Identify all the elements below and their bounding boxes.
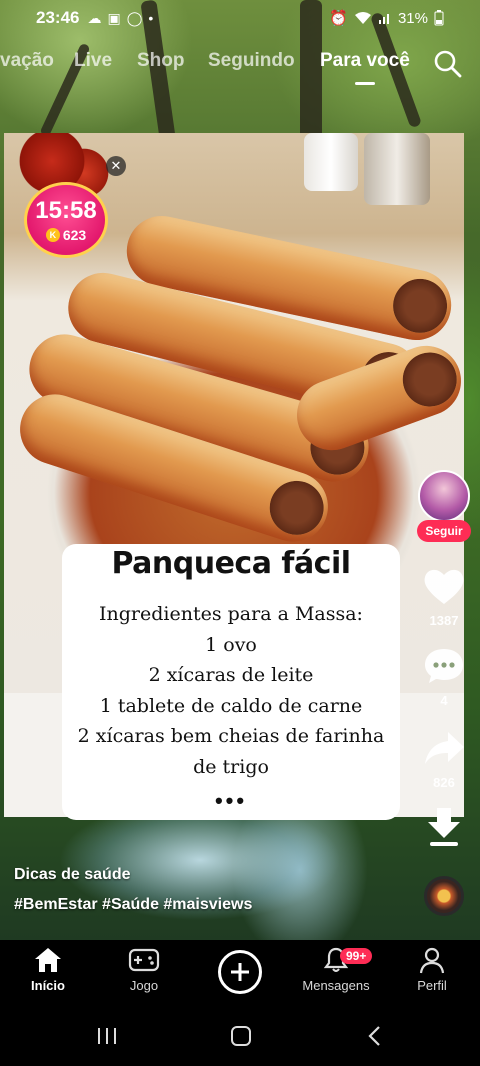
home-button-icon[interactable] bbox=[226, 1024, 256, 1048]
notification-badge: 99+ bbox=[340, 948, 373, 964]
recipe-line: 2 xícaras bem cheias de farinha bbox=[77, 725, 385, 747]
heart-icon[interactable] bbox=[422, 566, 466, 606]
gamepad-icon bbox=[128, 948, 160, 972]
nav-mensagens[interactable]: Mensagens 99+ bbox=[296, 946, 376, 993]
recent-apps-icon[interactable] bbox=[92, 1024, 122, 1048]
cloud-icon: ☁ bbox=[87, 9, 102, 26]
recipe-title: Panqueca fácil bbox=[111, 546, 351, 581]
more-dots[interactable]: ••• bbox=[62, 788, 400, 814]
alarm-icon: ⏰ bbox=[329, 10, 348, 27]
creator-avatar-group: Seguir bbox=[414, 470, 474, 542]
nav-label: Início bbox=[31, 978, 65, 993]
video-caption: Dicas de saúde #BemEstar #Saúde #maisvie… bbox=[14, 866, 252, 914]
recipe-line: 1 tablete de caldo de carne bbox=[99, 694, 363, 717]
creator-avatar[interactable] bbox=[418, 470, 470, 522]
active-tab-indicator bbox=[355, 82, 375, 85]
music-disc-group bbox=[414, 876, 474, 916]
comment-group: 4 bbox=[414, 646, 474, 708]
plus-icon bbox=[231, 963, 249, 981]
wifi-icon bbox=[354, 12, 371, 24]
like-group: 1387 bbox=[414, 566, 474, 628]
create-button[interactable] bbox=[218, 950, 262, 994]
top-nav: vação Live Shop Seguindo Para você bbox=[0, 44, 480, 85]
home-icon bbox=[35, 948, 61, 972]
signal-icon bbox=[378, 14, 389, 24]
close-icon[interactable]: ✕ bbox=[106, 156, 126, 176]
app-s-icon: ▣ bbox=[107, 9, 121, 26]
battery-icon bbox=[434, 10, 444, 26]
follow-button[interactable]: Seguir bbox=[417, 520, 471, 542]
coin-icon: K bbox=[45, 228, 60, 242]
comment-count: 4 bbox=[440, 693, 448, 708]
share-group: 826 bbox=[414, 728, 474, 790]
nav-perfil[interactable]: Perfil bbox=[392, 946, 472, 993]
tab-shop[interactable]: Shop bbox=[137, 50, 185, 72]
battery-percent: 31% bbox=[397, 9, 428, 27]
comment-icon[interactable] bbox=[423, 646, 465, 686]
recipe-heading: Ingredientes para a Massa: bbox=[99, 603, 363, 625]
download-icon[interactable] bbox=[424, 806, 464, 850]
timer-badge[interactable]: 15:58 K 623 bbox=[24, 182, 108, 258]
hashtags[interactable]: #BemEstar #Saúde #maisviews bbox=[14, 896, 252, 914]
nav-label: Perfil bbox=[417, 978, 447, 993]
tab-inovacao[interactable]: vação bbox=[0, 50, 54, 72]
whatsapp-icon: ◯ bbox=[126, 9, 143, 26]
nav-inicio[interactable]: Início bbox=[8, 946, 88, 993]
search-icon[interactable] bbox=[432, 48, 462, 78]
coin-count: 623 bbox=[62, 227, 87, 243]
recipe-line: 1 ovo bbox=[205, 633, 257, 656]
tab-seguindo[interactable]: Seguindo bbox=[208, 50, 295, 72]
dot-icon: • bbox=[148, 9, 154, 26]
recipe-line: de trigo bbox=[193, 755, 269, 778]
person-icon bbox=[419, 947, 445, 974]
recipe-line: 2 xícaras de leite bbox=[148, 664, 314, 686]
author-name[interactable]: Dicas de saúde bbox=[14, 866, 252, 884]
tab-para-voce[interactable]: Para você bbox=[320, 50, 410, 72]
system-nav-bar bbox=[0, 1004, 480, 1066]
share-icon[interactable] bbox=[422, 728, 466, 768]
notification-icons: ☁ ▣ ◯ • bbox=[87, 10, 153, 27]
share-count: 826 bbox=[433, 775, 455, 790]
recipe-overlay: Panqueca fácil Ingredientes para a Massa… bbox=[62, 544, 400, 820]
timer-time: 15:58 bbox=[35, 197, 97, 224]
download-group bbox=[414, 806, 474, 855]
nav-label: Jogo bbox=[129, 978, 159, 993]
status-time: 23:46 bbox=[36, 8, 80, 27]
nav-jogo[interactable]: Jogo bbox=[104, 946, 184, 993]
back-icon[interactable] bbox=[360, 1024, 390, 1048]
music-disc-icon[interactable] bbox=[424, 876, 464, 916]
nav-label: Mensagens bbox=[302, 978, 370, 993]
like-count: 1387 bbox=[429, 613, 459, 628]
status-bar: 23:46 ☁ ▣ ◯ • ⏰ 31% bbox=[0, 0, 480, 36]
tab-live[interactable]: Live bbox=[74, 50, 112, 72]
